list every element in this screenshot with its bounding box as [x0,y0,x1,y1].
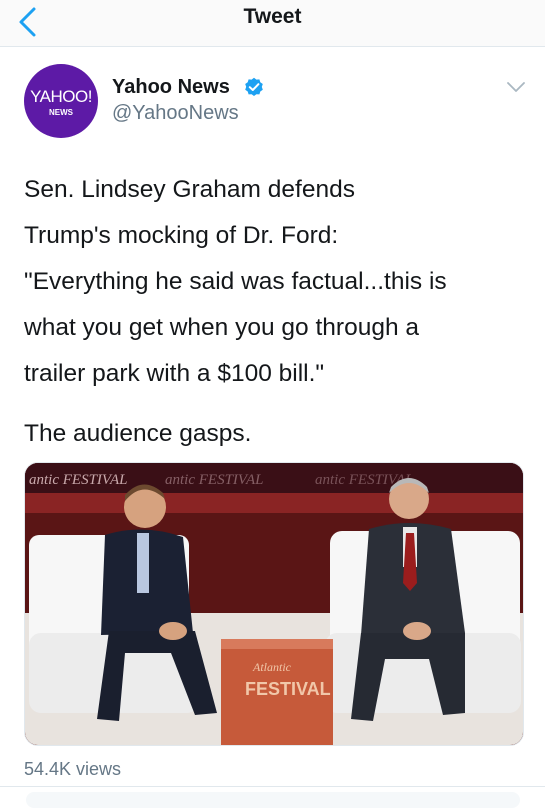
chevron-down-icon[interactable] [506,80,526,94]
avatar-wordmark: YAHOO! [30,87,92,106]
divider [0,786,545,787]
table-brand-script: Atlantic [252,660,292,674]
video-frame: antic FESTIVAL antic FESTIVAL antic FEST… [25,463,523,745]
view-count: 54.4K views [24,759,122,779]
banner-text: antic FESTIVAL [165,472,263,488]
tweet-text-line: The audience gasps. [24,420,252,447]
author-handle[interactable]: @YahooNews [112,102,239,125]
avatar-sub: NEWS [49,108,73,117]
nav-bar: Tweet [0,0,545,47]
tweet-text-line: "Everything he said was factual...this i… [24,268,447,295]
avatar[interactable]: YAHOO! NEWS [24,64,98,138]
video-player[interactable]: antic FESTIVAL antic FESTIVAL antic FEST… [24,462,524,746]
verified-badge-icon [245,77,263,96]
author-name[interactable]: Yahoo News [112,76,230,99]
tweet-text-line: Sen. Lindsey Graham defends [24,176,355,203]
tweet-text-line: what you get when you go through a [24,314,420,341]
banner-text: antic FESTIVAL [29,472,127,488]
tweet-text-line: trailer park with a $100 bill." [24,360,325,387]
table-brand-caps: FESTIVAL [245,679,331,699]
tweet-text-line: Trump's mocking of Dr. Ford: [24,222,339,249]
reply-input[interactable] [26,792,520,808]
page-title: Tweet [243,5,302,28]
